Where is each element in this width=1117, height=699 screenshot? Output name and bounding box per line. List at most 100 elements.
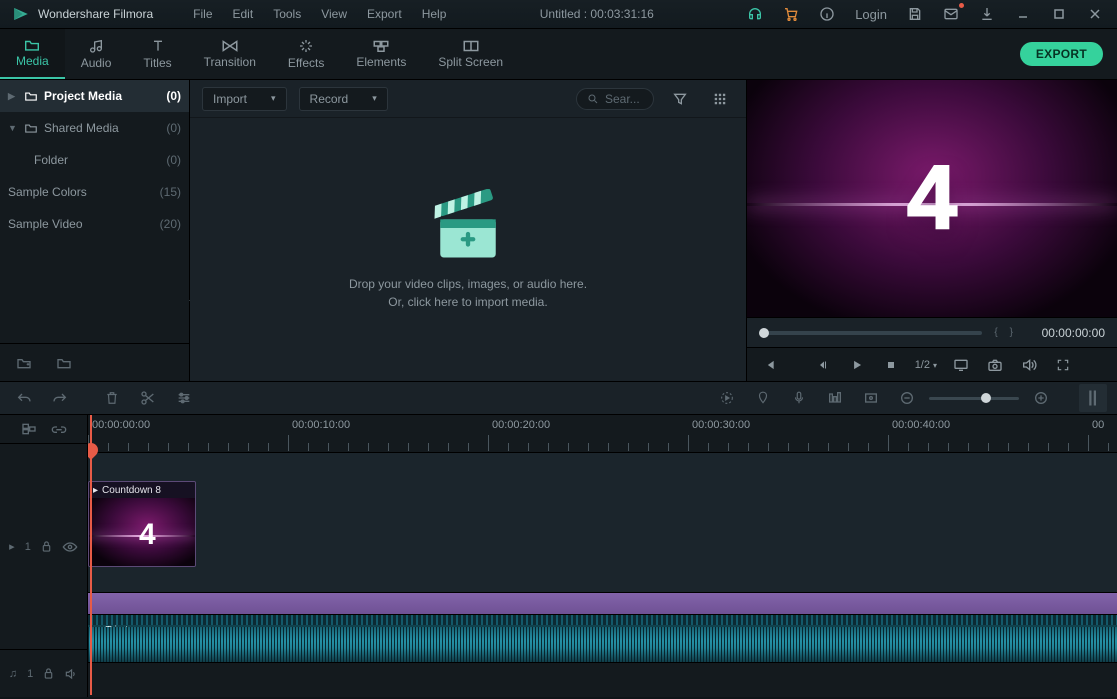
fullscreen-icon[interactable] xyxy=(1049,351,1077,379)
audio-mixer-icon[interactable] xyxy=(821,384,849,412)
sidebar-item-project-media[interactable]: ▶ Project Media (0) xyxy=(0,80,189,112)
play-button[interactable] xyxy=(843,351,871,379)
media-toolbar: Import ▾ Record ▾ Sear... xyxy=(190,80,746,118)
menu-view[interactable]: View xyxy=(311,3,357,25)
preview-seek-row: { } 00:00:00:00 xyxy=(747,317,1117,347)
save-icon[interactable] xyxy=(897,0,933,29)
sidebar-item-count: (15) xyxy=(160,185,181,199)
menu-edit[interactable]: Edit xyxy=(223,3,264,25)
maximize-button[interactable] xyxy=(1041,0,1077,29)
menu-export[interactable]: Export xyxy=(357,3,412,25)
lock-icon[interactable] xyxy=(43,667,54,680)
render-icon[interactable] xyxy=(713,384,741,412)
import-label: Import xyxy=(213,92,247,106)
video-track-lane[interactable]: ▸Countdown 8 xyxy=(88,453,1117,593)
tab-split-screen[interactable]: Split Screen xyxy=(422,29,519,79)
ruler-tick: 00:00:40:00 xyxy=(892,419,950,431)
transition-icon xyxy=(221,39,239,53)
sidebar-item-count: (20) xyxy=(160,217,181,231)
close-button[interactable] xyxy=(1077,0,1113,29)
undo-icon[interactable] xyxy=(10,384,38,412)
bracket-open[interactable]: { xyxy=(994,327,997,338)
export-button[interactable]: EXPORT xyxy=(1020,42,1103,66)
zoom-in-icon[interactable] xyxy=(1027,384,1055,412)
tab-effects[interactable]: Effects xyxy=(272,29,340,79)
stop-button[interactable] xyxy=(877,351,905,379)
tab-transition[interactable]: Transition xyxy=(188,29,272,79)
sidebar-item-label: Folder xyxy=(34,153,160,167)
video-track-index: 1 xyxy=(25,541,31,553)
playback-speed[interactable]: 1/2 ▾ xyxy=(911,359,941,371)
volume-icon[interactable] xyxy=(1015,351,1043,379)
dropzone-text: Drop your video clips, images, or audio … xyxy=(349,275,587,311)
crop-icon[interactable] xyxy=(857,384,885,412)
minimize-button[interactable] xyxy=(1005,0,1041,29)
ruler-tick: 00:00:10:00 xyxy=(292,419,350,431)
record-label: Record xyxy=(310,92,349,106)
sidebar-item-sample-colors[interactable]: Sample Colors (15) xyxy=(0,176,189,208)
lock-icon[interactable] xyxy=(41,540,52,553)
preview-seek-bar[interactable] xyxy=(759,331,982,335)
tab-media-label: Media xyxy=(16,54,49,68)
app-logo-icon xyxy=(12,5,30,23)
menu-file[interactable]: File xyxy=(183,3,222,25)
zoom-slider[interactable] xyxy=(929,397,1019,400)
bracket-close[interactable]: } xyxy=(1010,327,1013,338)
menu-tools[interactable]: Tools xyxy=(263,3,311,25)
speaker-icon[interactable] xyxy=(64,667,78,681)
mail-icon[interactable] xyxy=(933,0,969,29)
time-ruler[interactable]: 00:00:00:00 00:00:10:00 00:00:20:00 00:0… xyxy=(88,415,1117,453)
track-area[interactable]: 00:00:00:00 00:00:10:00 00:00:20:00 00:0… xyxy=(88,415,1117,697)
info-icon[interactable] xyxy=(809,0,845,29)
media-dropzone[interactable]: Drop your video clips, images, or audio … xyxy=(190,118,746,381)
support-icon[interactable] xyxy=(737,0,773,29)
menu-help[interactable]: Help xyxy=(412,3,457,25)
record-dropdown[interactable]: Record ▾ xyxy=(299,87,388,111)
caret-right-icon: ▶ xyxy=(8,91,18,102)
prev-frame-button[interactable] xyxy=(755,351,783,379)
tab-audio[interactable]: Audio xyxy=(65,29,128,79)
split-icon[interactable] xyxy=(134,384,162,412)
new-folder-icon[interactable] xyxy=(16,356,32,370)
delete-icon[interactable] xyxy=(98,384,126,412)
sidebar-item-shared-media[interactable]: ▼ Shared Media (0) xyxy=(0,112,189,144)
login-button[interactable]: Login xyxy=(845,0,897,29)
import-dropdown[interactable]: Import ▾ xyxy=(202,87,287,111)
eye-icon[interactable] xyxy=(62,541,78,553)
sidebar-item-sample-video[interactable]: Sample Video (20) xyxy=(0,208,189,240)
snapshot-icon[interactable] xyxy=(981,351,1009,379)
tab-elements[interactable]: Elements xyxy=(340,29,422,79)
step-back-button[interactable] xyxy=(809,351,837,379)
sidebar-item-folder[interactable]: Folder (0) xyxy=(0,144,189,176)
elements-icon xyxy=(372,39,390,53)
search-input[interactable]: Sear... xyxy=(576,88,654,110)
filter-icon[interactable] xyxy=(666,85,694,113)
tab-media[interactable]: Media xyxy=(0,29,65,79)
audio-track-header[interactable]: ♫ 1 xyxy=(0,649,87,697)
preview-video[interactable]: 4 xyxy=(747,80,1117,317)
voiceover-icon[interactable] xyxy=(785,384,813,412)
link-icon[interactable] xyxy=(51,422,67,436)
app-name: Wondershare Filmora xyxy=(38,7,153,21)
edit-settings-icon[interactable] xyxy=(170,384,198,412)
video-track-header[interactable]: ▸ 1 xyxy=(0,443,87,649)
media-sidebar: ▶ Project Media (0) ▼ Shared Media (0) F… xyxy=(0,80,190,381)
cart-icon[interactable] xyxy=(773,0,809,29)
display-icon[interactable] xyxy=(947,351,975,379)
redo-icon[interactable] xyxy=(46,384,74,412)
marker-icon[interactable] xyxy=(749,384,777,412)
tab-titles[interactable]: Titles xyxy=(127,29,187,79)
download-icon[interactable] xyxy=(969,0,1005,29)
folder-open-icon[interactable] xyxy=(56,356,72,370)
chevron-down-icon: ▾ xyxy=(271,93,276,104)
zoom-out-icon[interactable] xyxy=(893,384,921,412)
manage-tracks-icon[interactable] xyxy=(21,422,37,436)
timeline-clip-countdown[interactable]: ▸Countdown 8 xyxy=(88,481,196,567)
zoom-to-fit-icon[interactable] xyxy=(1079,384,1107,412)
media-panel: Import ▾ Record ▾ Sear... xyxy=(190,80,747,381)
sidebar-item-count: (0) xyxy=(166,153,181,167)
grid-view-icon[interactable] xyxy=(706,85,734,113)
overlay-track-lane[interactable] xyxy=(88,593,1117,615)
playhead[interactable] xyxy=(90,415,92,695)
audio-track-lane[interactable]: ♫Trip to roma xyxy=(88,615,1117,663)
